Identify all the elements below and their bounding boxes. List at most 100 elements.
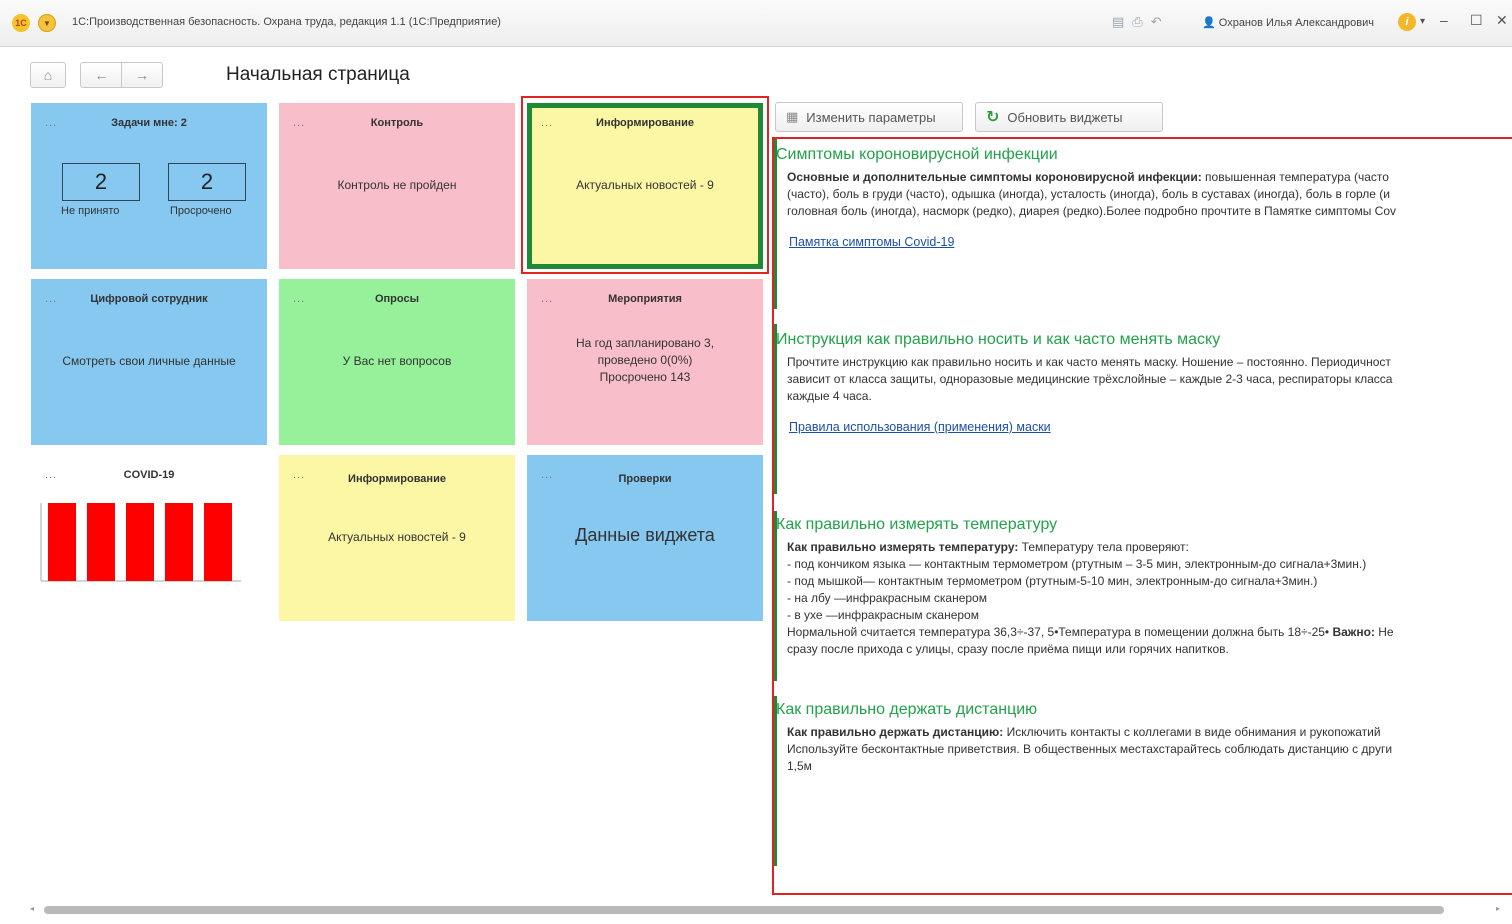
- tile-body: Контроль не пройден: [337, 178, 457, 192]
- news-line: зависит от класса защиты, одноразовые ме…: [787, 372, 1393, 386]
- window-title: 1С:Производственная безопасность. Охрана…: [72, 16, 501, 28]
- news-text: Как правильно измерять температуру: Темп…: [787, 539, 1512, 556]
- home-icon: ⌂: [43, 67, 53, 83]
- arrow-left-icon: ←: [94, 67, 109, 83]
- main-menu-button[interactable]: ▼: [38, 14, 56, 32]
- forward-button[interactable]: →: [121, 62, 163, 88]
- news-accent-bar: [774, 511, 777, 681]
- tile-title: Информирование: [596, 117, 694, 129]
- news-line: - на лбу —инфракрасным сканером: [787, 591, 987, 605]
- tile-digital-employee[interactable]: ... Цифровой сотрудник Смотреть свои лич…: [31, 279, 267, 445]
- arrow-right-icon: →: [135, 67, 149, 83]
- tile-control[interactable]: ... Контроль Контроль не пройден: [279, 103, 515, 269]
- back-button[interactable]: ←: [80, 62, 122, 88]
- refresh-widgets-button[interactable]: ↻ Обновить виджеты: [975, 102, 1163, 132]
- tile-information-2[interactable]: ... Информирование Актуальных новостей -…: [279, 455, 515, 621]
- tile-body: На год запланировано 3, проведено 0(0%) …: [537, 335, 753, 386]
- tile-title: COVID-19: [123, 469, 175, 481]
- events-overdue: Просрочено 143: [599, 370, 691, 384]
- close-icon[interactable]: ✕: [1496, 12, 1508, 29]
- news-link[interactable]: Памятка симптомы Covid-19: [789, 235, 954, 249]
- tile-body: У Вас нет вопросов: [342, 354, 452, 368]
- info-icon[interactable]: i: [1398, 13, 1416, 31]
- news-bold: Важно:: [1332, 625, 1375, 639]
- current-user[interactable]: 👤 Охранов Илья Александрович: [1202, 16, 1374, 29]
- title-bar: 1С ▼ 1С:Производственная безопасность. О…: [0, 0, 1512, 47]
- news-bold: Как правильно измерять температуру:: [787, 540, 1019, 554]
- user-icon: 👤: [1202, 17, 1216, 29]
- news-line: - в ухе —инфракрасным сканером: [787, 608, 979, 622]
- events-done: проведено 0(0%): [597, 353, 693, 367]
- tile-title: Информирование: [348, 473, 446, 485]
- news-title: Как правильно держать дистанцию: [776, 701, 1038, 718]
- history-icon[interactable]: ↶: [1151, 14, 1162, 30]
- tile-body: Смотреть свои личные данные: [62, 354, 236, 368]
- news-title: Инструкция как правильно носить и как ча…: [776, 331, 1221, 348]
- news-line: (часто), боль в груди (часто), одышка (и…: [787, 187, 1390, 201]
- news-line: повышенная температура (часто: [1201, 170, 1389, 184]
- news-line: Температуру тела проверяют:: [1018, 540, 1189, 554]
- news-accent-bar: [774, 324, 777, 494]
- chart-bar: [87, 503, 115, 581]
- page-title: Начальная страница: [226, 64, 410, 85]
- news-text: Как правильно держать дистанцию: Исключи…: [787, 724, 1512, 741]
- tile-title: Опросы: [374, 293, 419, 305]
- tile-events[interactable]: ... Мероприятия На год запланировано 3, …: [527, 279, 763, 445]
- tile-title: Задачи мне: 2: [111, 117, 187, 129]
- chart-bar: [48, 503, 76, 581]
- news-panel: Симптомы короновирусной инфекции Основны…: [772, 137, 1512, 895]
- maximize-icon[interactable]: ☐: [1470, 12, 1483, 29]
- news-line: 1,5м: [787, 759, 812, 773]
- chart-bar: [204, 503, 232, 581]
- news-line: сразу после прихода с улицы, сразу после…: [787, 642, 1229, 656]
- tile-title: Контроль: [370, 117, 424, 129]
- news-line: Используйте бесконтактные приветствия. В…: [787, 742, 1393, 756]
- news-line: каждые 4 часа.: [787, 389, 872, 403]
- tile-body: Актуальных новостей - 9: [328, 530, 466, 544]
- refresh-widgets-label: Обновить виджеты: [1007, 109, 1123, 125]
- dropdown-icon[interactable]: ▾: [1420, 16, 1425, 27]
- tile-body: Актуальных новостей - 9: [576, 178, 714, 192]
- news-line: Исключить контакты с коллегами в виде об…: [1003, 725, 1381, 739]
- covid-bar-chart: [40, 503, 241, 582]
- minimize-icon[interactable]: –: [1440, 12, 1448, 28]
- app-logo-icon: 1С: [12, 14, 30, 32]
- settings-icon: ▦: [786, 109, 799, 124]
- horizontal-scrollbar[interactable]: [44, 906, 1444, 914]
- news-text: Нормальной считается температура 36,3÷-3…: [787, 624, 1512, 641]
- tile-title: Цифровой сотрудник: [90, 293, 208, 305]
- news-accent-bar: [774, 696, 777, 866]
- tile-information[interactable]: ... Информирование Актуальных новостей -…: [527, 103, 763, 269]
- tile-body: Данные виджета: [575, 525, 715, 545]
- news-line: Не: [1374, 625, 1394, 639]
- overdue-count[interactable]: 2: [168, 163, 246, 201]
- overdue-label: Просрочено: [170, 205, 232, 217]
- tile-tasks[interactable]: ... Задачи мне: 2 2 Не принято 2 Просроч…: [31, 103, 267, 269]
- user-name: Охранов Илья Александрович: [1218, 17, 1374, 29]
- save-icon[interactable]: ▤: [1112, 14, 1124, 30]
- tile-title: Мероприятия: [608, 293, 682, 305]
- tile-checks[interactable]: ... Проверки Данные виджета: [527, 455, 763, 621]
- print-icon[interactable]: ⎙: [1132, 14, 1142, 30]
- not-accepted-count[interactable]: 2: [62, 163, 140, 201]
- news-title: Симптомы короновирусной инфекции: [776, 146, 1058, 163]
- news-link[interactable]: Правила использования (применения) маски: [789, 420, 1051, 434]
- events-planned: На год запланировано 3,: [575, 336, 715, 350]
- home-button[interactable]: ⌂: [30, 62, 66, 88]
- news-accent-bar: [774, 139, 777, 309]
- toolbar-icons: ▤ ⎙ ↶: [1112, 14, 1162, 30]
- tile-surveys[interactable]: ... Опросы У Вас нет вопросов: [279, 279, 515, 445]
- chart-bar: [165, 503, 193, 581]
- news-line: Нормальной считается температура 36,3÷-3…: [787, 625, 1333, 639]
- change-params-button[interactable]: ▦ Изменить параметры: [775, 102, 963, 132]
- change-params-label: Изменить параметры: [806, 109, 936, 125]
- refresh-icon: ↻: [986, 109, 1000, 126]
- chart-bar: [126, 503, 154, 581]
- news-bold: Основные и дополнительные симптомы корон…: [787, 170, 1202, 184]
- tile-covid[interactable]: ... COVID-19: [31, 455, 267, 621]
- not-accepted-label: Не принято: [61, 205, 120, 217]
- tile-title: Проверки: [618, 473, 672, 485]
- scroll-left-icon[interactable]: ◂: [30, 904, 34, 913]
- scroll-right-icon[interactable]: ▸: [1496, 904, 1500, 913]
- news-title: Как правильно измерять температуру: [776, 516, 1058, 533]
